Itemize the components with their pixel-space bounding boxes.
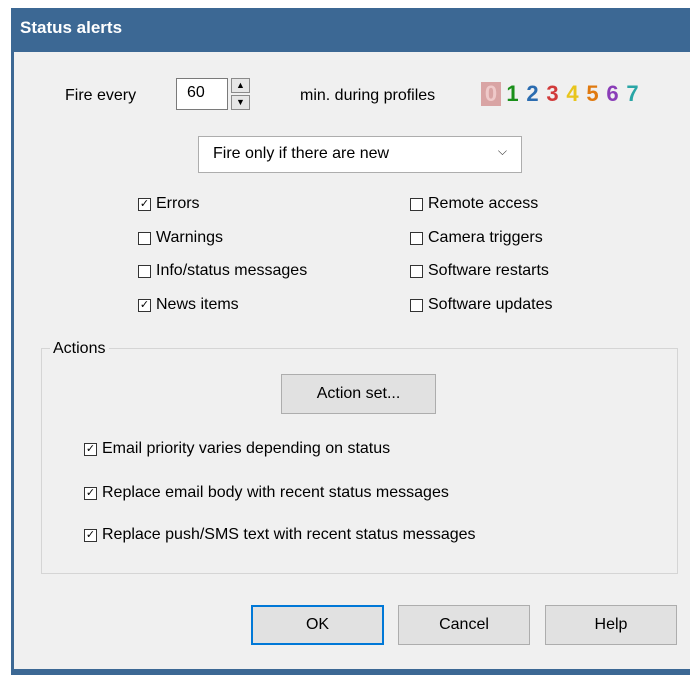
checkbox-email-priority-box[interactable]: ✓ bbox=[84, 442, 97, 456]
profile-selector: 0 1 2 3 4 5 6 7 bbox=[481, 80, 641, 108]
checkbox-news-box[interactable]: ✓ bbox=[138, 298, 151, 312]
actions-group-label: Actions bbox=[50, 340, 110, 358]
checkbox-news[interactable]: ✓ News items bbox=[138, 296, 239, 314]
profile-0[interactable]: 0 bbox=[481, 82, 501, 106]
chevron-down-icon: ⌵ bbox=[497, 144, 507, 158]
dialog-title: Status alerts bbox=[20, 18, 123, 37]
action-set-button[interactable]: Action set... bbox=[281, 374, 436, 414]
fire-every-label: Fire every bbox=[65, 87, 137, 104]
profile-2[interactable]: 2 bbox=[524, 81, 541, 107]
checkbox-updates[interactable]: Software updates bbox=[410, 296, 553, 314]
checkbox-news-label: News items bbox=[156, 296, 239, 313]
spin-down-icon[interactable]: ▼ bbox=[231, 95, 250, 110]
checkbox-info-box[interactable] bbox=[138, 264, 151, 278]
checkbox-updates-label: Software updates bbox=[428, 296, 553, 313]
profile-6[interactable]: 6 bbox=[604, 81, 621, 107]
checkbox-replace-push-label: Replace push/SMS text with recent status… bbox=[102, 526, 476, 543]
checkbox-camera-label: Camera triggers bbox=[428, 229, 543, 246]
ok-button[interactable]: OK bbox=[251, 605, 384, 645]
profile-5[interactable]: 5 bbox=[584, 81, 601, 107]
profile-1[interactable]: 1 bbox=[504, 81, 521, 107]
profile-4[interactable]: 4 bbox=[564, 81, 581, 107]
checkbox-info[interactable]: Info/status messages bbox=[138, 262, 307, 280]
checkbox-replace-email-label: Replace email body with recent status me… bbox=[102, 484, 449, 501]
checkbox-remote-label: Remote access bbox=[428, 195, 539, 212]
interval-value: 60 bbox=[187, 84, 205, 101]
help-button[interactable]: Help bbox=[545, 605, 677, 645]
checkbox-errors-label: Errors bbox=[156, 195, 200, 212]
checkbox-warnings-label: Warnings bbox=[156, 229, 223, 246]
checkbox-warnings-box[interactable] bbox=[138, 231, 151, 245]
checkbox-remote-box[interactable] bbox=[410, 197, 423, 211]
cancel-button[interactable]: Cancel bbox=[398, 605, 530, 645]
checkbox-email-priority-label: Email priority varies depending on statu… bbox=[102, 440, 391, 457]
checkbox-restarts-label: Software restarts bbox=[428, 262, 549, 279]
checkbox-camera-box[interactable] bbox=[410, 231, 423, 245]
checkbox-camera[interactable]: Camera triggers bbox=[410, 229, 543, 247]
checkbox-remote[interactable]: Remote access bbox=[410, 195, 538, 213]
interval-spinner[interactable]: ▲ ▼ bbox=[231, 78, 252, 111]
checkbox-errors-box[interactable]: ✓ bbox=[138, 197, 151, 211]
checkbox-restarts-box[interactable] bbox=[410, 264, 423, 278]
checkbox-updates-box[interactable] bbox=[410, 298, 423, 312]
fire-condition-value: Fire only if there are new bbox=[213, 145, 390, 162]
fire-condition-select[interactable]: Fire only if there are new ⌵ bbox=[198, 136, 522, 173]
checkbox-replace-email-box[interactable]: ✓ bbox=[84, 486, 97, 500]
checkbox-errors[interactable]: ✓ Errors bbox=[138, 195, 200, 213]
checkbox-email-priority[interactable]: ✓ Email priority varies depending on stat… bbox=[84, 440, 390, 458]
checkbox-info-label: Info/status messages bbox=[156, 262, 308, 279]
interval-input[interactable]: 60 bbox=[176, 78, 228, 110]
during-profiles-label: min. during profiles bbox=[300, 87, 436, 104]
checkbox-warnings[interactable]: Warnings bbox=[138, 229, 223, 247]
checkbox-replace-push[interactable]: ✓ Replace push/SMS text with recent statu… bbox=[84, 526, 476, 544]
checkbox-restarts[interactable]: Software restarts bbox=[410, 262, 549, 280]
checkbox-replace-email[interactable]: ✓ Replace email body with recent status m… bbox=[84, 484, 449, 502]
profile-3[interactable]: 3 bbox=[544, 81, 561, 107]
profile-7[interactable]: 7 bbox=[624, 81, 641, 107]
checkbox-replace-push-box[interactable]: ✓ bbox=[84, 528, 97, 542]
spin-up-icon[interactable]: ▲ bbox=[231, 78, 250, 93]
